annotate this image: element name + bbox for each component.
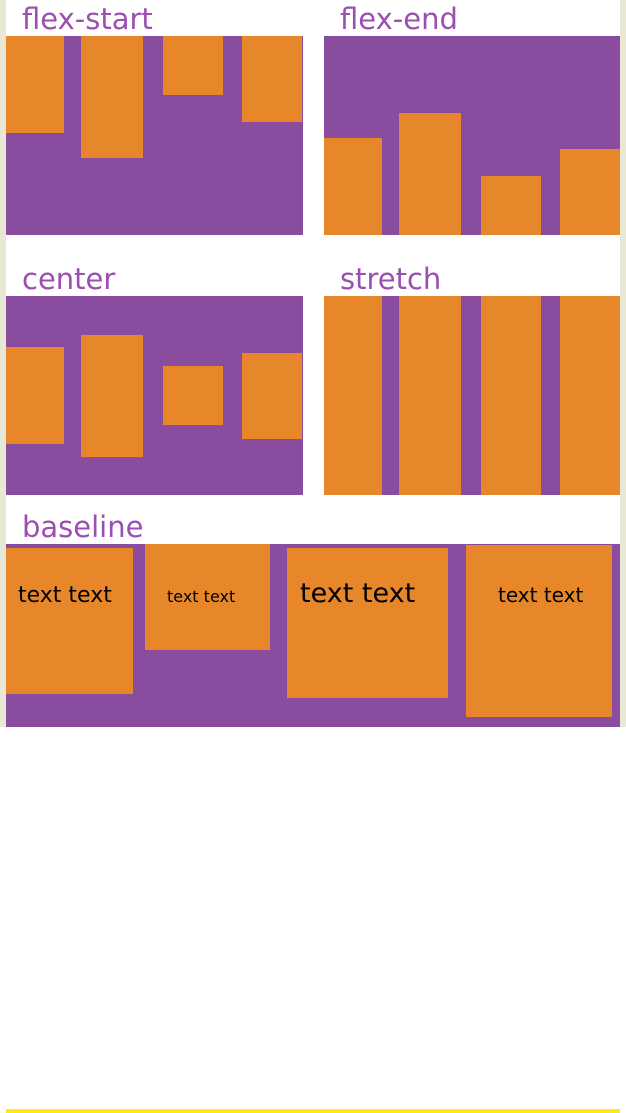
demo-title-baseline: baseline — [22, 510, 144, 544]
flex-container-stretch — [324, 296, 620, 495]
flex-item — [242, 36, 302, 122]
flex-item — [6, 347, 64, 444]
flex-item-text: text text — [145, 544, 270, 650]
flex-item — [81, 36, 143, 158]
flex-container-center — [6, 296, 303, 495]
flex-item-gap — [382, 296, 399, 495]
demo-title-center: center — [22, 262, 116, 296]
flex-item-text: text text — [466, 545, 612, 717]
flex-item — [324, 138, 382, 235]
flex-item — [81, 334, 143, 457]
baseline-indicator-line — [6, 1109, 620, 1113]
flex-item — [242, 352, 302, 439]
flex-item — [6, 36, 64, 133]
flex-item — [481, 176, 541, 235]
flex-item — [399, 296, 461, 495]
flex-item — [163, 366, 223, 425]
flex-item — [560, 296, 620, 495]
flex-container-baseline: text text text text text text text text — [6, 544, 620, 727]
flex-item — [324, 296, 382, 495]
flex-container-flex-end — [324, 36, 620, 235]
flex-item-gap — [541, 296, 560, 495]
flex-item — [163, 36, 223, 95]
flex-item-text: text text — [287, 548, 448, 698]
flex-item-text: text text — [6, 548, 133, 694]
page-sheet: flex-start flex-end center stretch basel… — [6, 0, 620, 1113]
flex-item — [481, 296, 541, 495]
demo-title-stretch: stretch — [340, 262, 442, 296]
flex-item-gap — [461, 296, 481, 495]
flex-container-flex-start — [6, 36, 303, 235]
demo-title-flex-end: flex-end — [340, 2, 458, 36]
demo-title-flex-start: flex-start — [22, 2, 153, 36]
flex-item — [399, 113, 461, 235]
page-edge-right — [620, 0, 626, 727]
flex-item — [560, 149, 620, 235]
